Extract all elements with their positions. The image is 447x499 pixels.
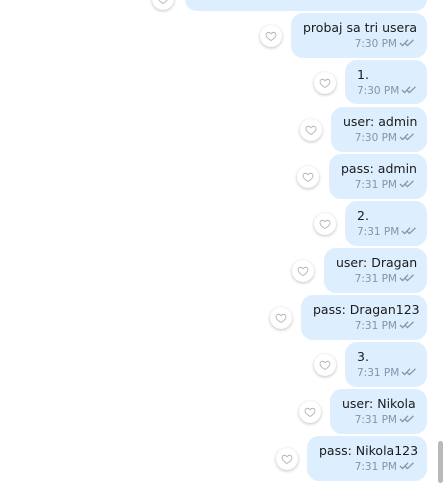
double-check-icon [399,180,414,188]
message-time: 7:31 PM [354,273,397,285]
double-check-icon [401,86,417,94]
message-time: 7:30 PM [357,85,400,97]
double-check-icon [399,321,414,329]
message-bubble[interactable]: pass: Nikola123 7:31 PM [307,436,427,481]
message-text: user: admin [343,114,418,129]
message-bubble[interactable] [185,0,427,11]
heart-icon[interactable] [276,448,298,470]
message-text: pass: Nikola123 [319,443,419,458]
heart-icon[interactable] [297,166,319,188]
message-bubble[interactable]: user: admin 7:30 PM [331,107,427,152]
message-meta: 7:31 PM [342,413,415,427]
message-bubble[interactable]: 3. 7:31 PM [345,342,427,387]
double-check-icon [399,39,414,47]
message-meta: 7:30 PM [357,84,417,98]
message-bubble[interactable]: user: Nikola 7:31 PM [330,389,427,434]
message-bubble[interactable]: pass: admin 7:31 PM [329,154,427,199]
heart-icon[interactable] [299,401,321,423]
message-text: probaj sa tri usera [303,20,418,35]
heart-icon[interactable] [270,307,292,329]
double-check-icon [401,227,417,235]
message-meta: 7:31 PM [336,272,415,286]
heart-icon[interactable] [292,260,314,282]
heart-icon[interactable] [260,25,282,47]
message-time: 7:30 PM [354,132,397,144]
message-bubble[interactable]: probaj sa tri usera 7:30 PM [291,13,427,58]
message-meta: 7:31 PM [341,178,415,192]
heart-icon[interactable] [300,119,322,141]
heart-icon[interactable] [314,354,336,376]
heart-icon[interactable] [314,72,336,94]
chat-message-list[interactable]: probaj sa tri usera 7:30 PM 1. 7:30 PM u… [0,0,432,499]
message-time: 7:31 PM [354,461,397,473]
scrollbar-thumb[interactable] [438,441,443,483]
message-meta: 7:31 PM [357,225,417,239]
double-check-icon [399,462,414,470]
message-meta: 7:31 PM [313,319,415,333]
message-text: pass: Dragan123 [313,302,420,317]
message-time: 7:31 PM [357,226,400,238]
message-text: 1. [357,67,369,82]
message-meta: 7:31 PM [357,366,417,380]
double-check-icon [401,368,417,376]
double-check-icon [399,274,414,282]
message-bubble[interactable]: 2. 7:31 PM [345,201,427,246]
double-check-icon [399,133,414,141]
message-meta: 7:31 PM [319,460,415,474]
message-meta: 7:30 PM [343,131,415,145]
message-text: 3. [357,349,369,364]
message-bubble[interactable]: user: Dragan 7:31 PM [324,248,427,293]
message-meta: 7:30 PM [303,37,415,51]
heart-icon[interactable] [152,0,174,10]
message-bubble[interactable]: pass: Dragan123 7:31 PM [301,295,427,340]
message-time: 7:31 PM [354,414,397,426]
message-time: 7:31 PM [354,320,397,332]
message-text: user: Nikola [342,396,416,411]
heart-icon[interactable] [314,213,336,235]
scrollbar[interactable] [433,0,447,499]
double-check-icon [399,415,414,423]
message-time: 7:30 PM [354,38,397,50]
message-text: user: Dragan [336,255,418,270]
message-time: 7:31 PM [357,367,400,379]
message-text: 2. [357,208,369,223]
message-text: pass: admin [341,161,417,176]
message-bubble[interactable]: 1. 7:30 PM [345,60,427,104]
message-time: 7:31 PM [354,179,397,191]
